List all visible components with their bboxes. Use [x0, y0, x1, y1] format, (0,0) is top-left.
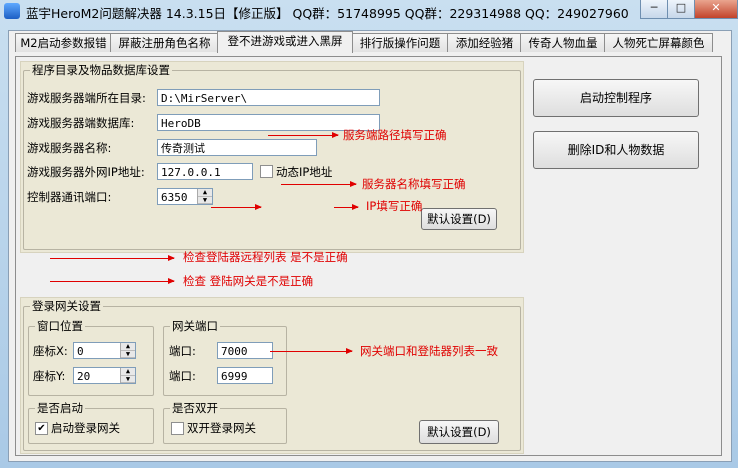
gateway-port2-input[interactable]: 6999 [217, 367, 273, 384]
server-ip-label: 游戏服务器外网IP地址: [27, 165, 145, 179]
port-arrow [270, 348, 353, 354]
dynamic-ip-checkbox[interactable] [260, 165, 273, 178]
window-title: 蓝宇HeroM2问题解决器 14.3.15日【修正版】 QQ群：51748995… [26, 6, 629, 21]
tab-character-hp[interactable]: 传奇人物血量 [520, 33, 606, 52]
tab-m2-startup-error[interactable]: M2启动参数报错 [15, 33, 112, 52]
port-spinner[interactable]: ▲ ▼ [197, 189, 212, 204]
start-control-button[interactable]: 启动控制程序 [533, 79, 699, 117]
app-window: 蓝宇HeroM2问题解决器 14.3.15日【修正版】 QQ群：51748995… [0, 0, 738, 468]
startup-checkbox[interactable]: ✔ [35, 422, 48, 435]
dynamic-ip-label: 动态IP地址 [276, 165, 333, 179]
window-position-title: 窗口位置 [35, 319, 85, 333]
coord-y-value: 20 [77, 370, 91, 383]
ip-arrow [211, 204, 262, 210]
coord-x-spinner[interactable]: ▲ ▼ [120, 343, 135, 358]
server-name-input[interactable]: 传奇测试 [157, 139, 317, 156]
coord-y-spinner[interactable]: ▲ ▼ [120, 368, 135, 383]
title-bar: 蓝宇HeroM2问题解决器 14.3.15日【修正版】 QQ群：51748995… [0, 0, 738, 22]
tab-add-exp-pig[interactable]: 添加经验猪 [447, 33, 522, 52]
tab-ranking-issues[interactable]: 排行版操作问题 [351, 33, 449, 52]
client-area: M2启动参数报错 屏蔽注册角色名称 登不进游戏或进入黑屏 排行版操作问题 添加经… [8, 30, 732, 462]
gateway-note: 检查 登陆网关是不是正确 [183, 274, 314, 288]
list-note: 检查登陆器远程列表 是不是正确 [183, 250, 348, 264]
login-gateway-title: 登录网关设置 [30, 299, 103, 313]
dir-arrow [268, 132, 339, 138]
close-button[interactable]: ✕ [694, 0, 738, 19]
gateway-port-title: 网关端口 [170, 319, 220, 333]
app-icon [4, 3, 20, 19]
dir-note: 服务端路径填写正确 [343, 128, 447, 142]
server-ip-input[interactable]: 127.0.0.1 [157, 163, 253, 180]
dual-open-checkbox-label: 双开登录网关 [187, 421, 256, 435]
tab-panel: 程序目录及物品数据库设置 游戏服务器端所在目录: D:\MirServer\ 游… [15, 56, 722, 456]
ip-note: IP填写正确 [366, 199, 423, 213]
server-default-button[interactable]: 默认设置(D) [421, 208, 497, 230]
dual-open-title: 是否双开 [170, 401, 220, 415]
coord-y-label: 座标Y: [33, 369, 66, 383]
spin-down-icon[interactable]: ▼ [121, 375, 135, 383]
gateway-port-group: 网关端口 [163, 319, 287, 396]
port-label: 控制器通讯端口: [27, 190, 112, 204]
gateway-arrow [50, 278, 175, 284]
gateway-port1-input[interactable]: 7000 [217, 342, 273, 359]
gateway-port1-label: 端口: [169, 344, 196, 358]
server-settings-title: 程序目录及物品数据库设置 [30, 63, 172, 77]
coord-y-input[interactable]: 20 ▲ ▼ [73, 367, 136, 384]
window-position-group: 窗口位置 [28, 319, 154, 396]
startup-title: 是否启动 [35, 401, 85, 415]
spin-down-icon[interactable]: ▼ [198, 196, 212, 204]
coord-x-label: 座标X: [33, 344, 68, 358]
tab-death-screen-color[interactable]: 人物死亡屏幕颜色 [604, 33, 713, 52]
coord-x-input[interactable]: 0 ▲ ▼ [73, 342, 136, 359]
gateway-default-button[interactable]: 默认设置(D) [419, 420, 499, 444]
coord-x-value: 0 [77, 345, 84, 358]
server-db-label: 游戏服务器端数据库: [27, 116, 135, 130]
gateway-port2-label: 端口: [169, 369, 196, 383]
spin-down-icon[interactable]: ▼ [121, 350, 135, 358]
server-settings-panel: 程序目录及物品数据库设置 游戏服务器端所在目录: D:\MirServer\ 游… [20, 61, 524, 253]
delete-data-button[interactable]: 删除ID和人物数据 [533, 131, 699, 169]
tab-login-black-screen[interactable]: 登不进游戏或进入黑屏 [217, 31, 353, 53]
maximize-button[interactable]: □ [667, 0, 695, 19]
list-arrow [50, 255, 175, 261]
ip-arrow-2 [334, 204, 359, 210]
port-note: 网关端口和登陆器列表一致 [360, 344, 498, 358]
server-name-label: 游戏服务器名称: [27, 141, 112, 155]
dual-open-checkbox[interactable] [171, 422, 184, 435]
name-arrow [281, 181, 357, 187]
name-note: 服务器名称填写正确 [362, 177, 466, 191]
tab-block-role-names[interactable]: 屏蔽注册角色名称 [110, 33, 219, 52]
port-value: 6350 [161, 191, 188, 204]
server-dir-label: 游戏服务器端所在目录: [27, 91, 146, 105]
minimize-button[interactable]: ─ [640, 0, 668, 19]
server-dir-input[interactable]: D:\MirServer\ [157, 89, 380, 106]
login-gateway-panel: 登录网关设置 窗口位置 座标X: 0 ▲▼ 座标Y: 20 ▲▼ 网关端口 [20, 297, 524, 454]
port-input[interactable]: 6350 ▲ ▼ [157, 188, 213, 205]
startup-checkbox-label: 启动登录网关 [51, 421, 120, 435]
